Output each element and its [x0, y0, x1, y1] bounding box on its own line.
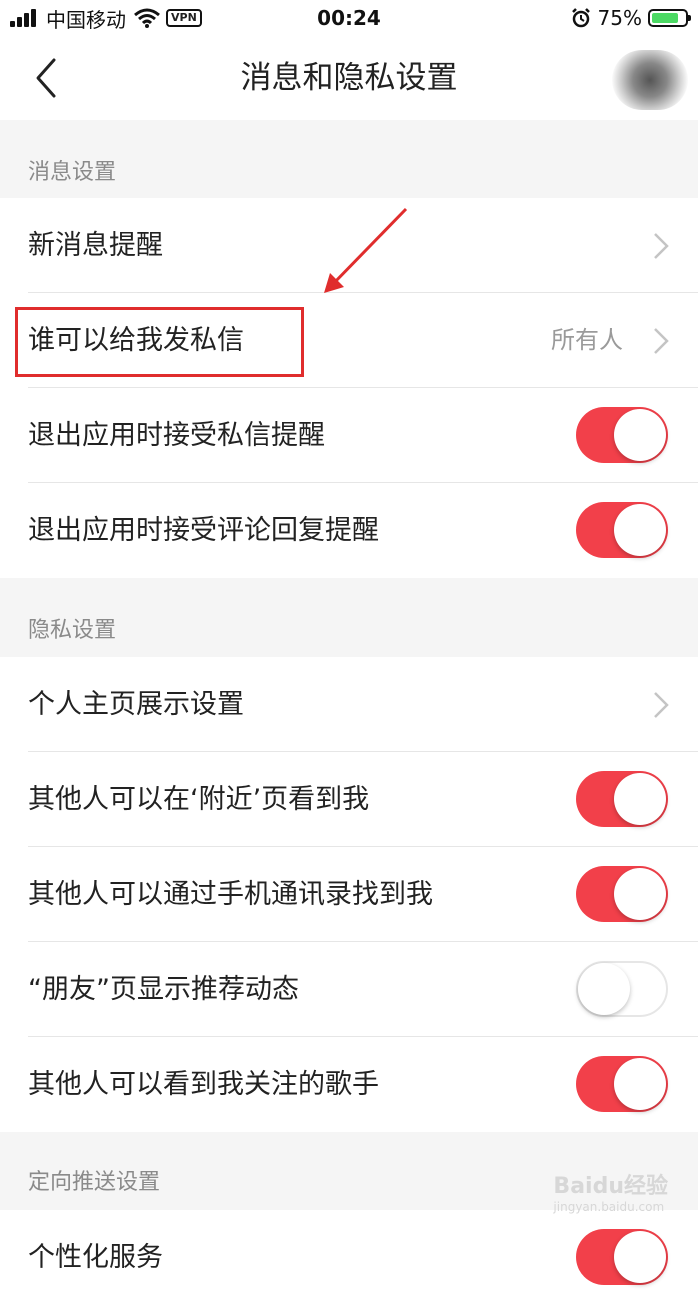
chevron-right-icon	[654, 328, 669, 354]
chevron-right-icon	[654, 692, 669, 718]
toggle-knob	[614, 773, 666, 825]
row-label: 其他人可以通过手机通讯录找到我	[28, 879, 433, 910]
row-personalized-service: 个性化服务	[0, 1210, 698, 1305]
toggle-knob	[614, 1231, 666, 1283]
battery-percent: 75%	[597, 6, 642, 30]
section-header-privacy: 隐私设置	[0, 578, 698, 657]
row-find-by-contacts: 其他人可以通过手机通讯录找到我	[0, 847, 698, 942]
row-label: 其他人可以看到我关注的歌手	[28, 1069, 379, 1100]
row-dm-notify-on-exit: 退出应用时接受私信提醒	[0, 388, 698, 483]
toggle-knob	[578, 963, 630, 1015]
watermark-subtext: jingyan.baidu.com	[553, 1200, 665, 1214]
row-followed-singers-visible: 其他人可以看到我关注的歌手	[0, 1037, 698, 1132]
toggle-switch[interactable]	[576, 961, 668, 1017]
toggle-knob	[614, 409, 666, 461]
section-title: 隐私设置	[28, 618, 117, 643]
row-label: “朋友”页显示推荐动态	[28, 974, 299, 1005]
alarm-icon	[571, 8, 590, 28]
toggle-knob	[614, 868, 666, 920]
row-label: 个性化服务	[28, 1242, 163, 1273]
row-value: 所有人	[551, 326, 623, 354]
page-title: 消息和隐私设置	[240, 60, 458, 96]
status-right: 75%	[570, 4, 691, 32]
row-label: 退出应用时接受私信提醒	[28, 420, 325, 451]
battery-icon	[648, 9, 691, 27]
navigation-bar: 消息和隐私设置	[0, 36, 698, 120]
toggle-knob	[614, 504, 666, 556]
avatar[interactable]	[612, 50, 688, 110]
chevron-right-icon	[654, 233, 669, 259]
row-label: 新消息提醒	[28, 230, 163, 261]
toggle-knob	[614, 1058, 666, 1110]
toggle-switch[interactable]	[576, 771, 668, 827]
row-nearby-visible: 其他人可以在‘附近’页看到我	[0, 752, 698, 847]
row-friends-recommend: “朋友”页显示推荐动态	[0, 942, 698, 1037]
row-label: 退出应用时接受评论回复提醒	[28, 515, 379, 546]
section-title: 定向推送设置	[28, 1170, 161, 1195]
toggle-switch[interactable]	[576, 502, 668, 558]
row-label: 个人主页展示设置	[28, 689, 244, 720]
watermark: Baidu经验 jingyan.baidu.com	[553, 1168, 668, 1214]
status-bar: 中国移动 VPN 00:24 75%	[0, 0, 698, 36]
section-title: 消息设置	[28, 160, 117, 185]
watermark-text: Baidu经验	[553, 1174, 668, 1199]
row-profile-display-settings[interactable]: 个人主页展示设置	[0, 657, 698, 752]
row-label: 其他人可以在‘附近’页看到我	[28, 784, 370, 815]
toggle-switch[interactable]	[576, 407, 668, 463]
row-comment-notify-on-exit: 退出应用时接受评论回复提醒	[0, 483, 698, 578]
annotation-arrow-icon	[324, 207, 408, 293]
highlight-box	[15, 307, 304, 377]
section-header-message: 消息设置	[0, 120, 698, 198]
toggle-switch[interactable]	[576, 1229, 668, 1285]
toggle-switch[interactable]	[576, 1056, 668, 1112]
toggle-switch[interactable]	[576, 866, 668, 922]
